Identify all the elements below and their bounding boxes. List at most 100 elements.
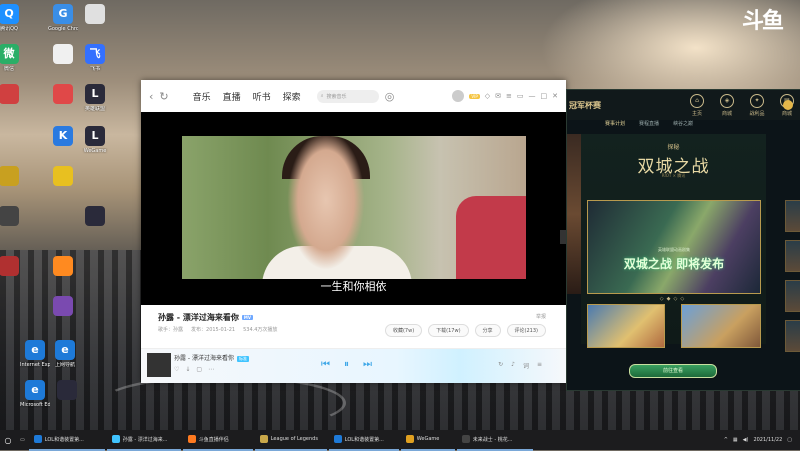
album-thumb[interactable] [147,353,171,377]
desktop-icon[interactable]: Q 腾讯QQ [0,4,24,32]
next-icon[interactable]: ⏭ [363,359,372,370]
taskbar-item[interactable]: LOL和谐装置第... [28,429,105,451]
back-icon[interactable]: ‹ [149,90,153,103]
desktop-icon[interactable]: e Internet Explorer [20,340,50,368]
banner-pager[interactable]: ◇◆◇◇ [581,296,766,302]
desktop-icon[interactable] [48,84,78,106]
game-subnav-1[interactable]: 赛程直播 [639,120,659,132]
desktop-icon[interactable] [0,84,24,106]
task-view-icon[interactable]: ▭ [16,437,29,443]
mv-badge[interactable]: MV [241,315,253,320]
desktop-icon[interactable]: e 上网导航 [50,340,80,368]
game-nav-loot[interactable]: ✦ 战利品 [749,94,765,117]
game-subnav-0[interactable]: 赛事计划 [605,120,625,132]
vip-badge: VIP [469,93,480,99]
desktop-icon[interactable]: 飞飞书 [80,44,110,72]
desktop-icon[interactable]: L 英雄联盟 [80,84,110,112]
prev-icon[interactable]: ⏮ [321,359,330,370]
pause-icon[interactable]: ⏸ [344,359,349,370]
tab-live[interactable]: 直播 [223,90,241,103]
clock[interactable]: 2021/11/22 [753,437,782,443]
download-icon[interactable]: ↓ [185,366,190,373]
app-icon [0,256,19,276]
desktop-icon[interactable]: G Google Chrome [48,4,78,32]
desktop-icon[interactable] [48,166,78,188]
coin-icon[interactable] [783,100,793,110]
desktop-icon[interactable] [0,206,24,228]
taskbar-item[interactable]: League of Legends [254,429,327,451]
report-link[interactable]: 举报 [536,313,546,320]
desktop-icon[interactable] [0,256,24,278]
desktop-icon-label: WeGame [83,148,107,154]
playlist-icon[interactable]: ≡ [537,361,542,370]
app-icon: G [53,4,73,24]
desktop-icon[interactable]: 微微信 [0,44,24,72]
app-icon [85,4,105,24]
taskbar-item[interactable]: 斗鱼直播伴侣 [182,429,253,451]
search-input[interactable]: ⌕ 搜索音乐 [316,89,379,103]
music-player-window[interactable]: ‹ ↻ 音乐 直播 听书 探索 ⌕ 搜索音乐 ◎ VIP ◇ ✉ ≡ ▭ — □… [141,80,566,383]
start-icon[interactable]: ○ [0,436,16,445]
loop-icon[interactable]: ↻ [498,361,503,370]
volume-tray-icon[interactable]: ◀) [743,437,749,443]
taskbar-item[interactable]: 未来战士 - 桃花... [456,429,533,451]
song-meta: 歌手：孙露 发布：2015-01-21 534.4万次播放 [158,326,277,333]
quality-tag[interactable]: 标准 [236,356,249,362]
game-nav-home[interactable]: ⌂ 主页 [689,94,705,117]
event-card-2[interactable] [681,304,761,348]
share-button[interactable]: 分享 [474,324,501,337]
notification-icon[interactable]: ▢ [787,437,792,443]
game-subnav-2[interactable]: 峡谷之巅 [673,120,693,132]
desktop-icon[interactable] [48,296,78,318]
game-client-window[interactable]: 冠军杯赛 ⌂主页 ◈商城 ✦战利品 ▤商城 赛事计划 赛程直播 峡谷之巅 探秘 … [566,89,800,391]
avatar[interactable] [452,90,465,102]
desktop-icon[interactable] [52,380,82,402]
desktop-icon[interactable] [48,256,78,278]
taskbar-item[interactable]: LOL和谐装置第... [328,429,399,451]
desktop-icon[interactable] [0,166,24,188]
side-thumb[interactable] [785,240,800,272]
minimize-icon[interactable]: — [529,92,536,100]
event-banner[interactable]: 英雄联盟动画剧集 双城之战 即将发布 [587,200,761,294]
tab-explore[interactable]: 探索 [283,90,301,103]
comment-button[interactable]: 评论(213) [506,324,546,337]
more-icon[interactable]: ⋯ [208,366,214,373]
refresh-icon[interactable]: ↻ [159,90,168,103]
tab-audiobook[interactable]: 听书 [253,90,271,103]
download-button[interactable]: 下载(17w) [428,324,469,337]
favorite-button[interactable]: 收藏(7w) [384,324,423,337]
event-go-button[interactable]: 前往查看 [629,364,717,378]
like-icon[interactable]: ♡ [174,366,179,373]
close-icon[interactable]: ✕ [552,92,558,100]
side-thumb[interactable] [785,200,800,232]
now-playing-text: 孙露 - 漂洋过海来看你 [174,355,234,362]
desktop-icon[interactable]: L WeGame [80,126,110,154]
desktop-icon[interactable]: K [48,126,78,148]
song-plays: 534.4万次播放 [243,327,278,333]
settings-icon[interactable]: ≡ [506,92,512,100]
mail-icon[interactable]: ✉ [495,92,501,100]
desktop-icon[interactable] [80,4,110,26]
event-card-1[interactable] [587,304,665,348]
app-icon: 微 [0,44,19,64]
skin-icon[interactable]: ◇ [485,92,490,100]
game-nav-store[interactable]: ◈ 商城 [719,94,735,117]
desktop-icon[interactable] [48,44,78,66]
tab-music[interactable]: 音乐 [193,90,211,103]
network-icon[interactable]: ▦ [733,437,738,443]
maximize-icon[interactable]: □ [541,92,548,100]
banner-caption: 英雄联盟动画剧集 [658,247,690,252]
mini-icon[interactable]: ▭ [517,92,524,100]
mic-icon[interactable]: ◎ [385,90,395,103]
desktop-icon[interactable]: e Microsoft Edge [20,380,50,408]
taskbar-item[interactable]: 孙露 - 漂洋过海来... [106,429,181,451]
side-thumb[interactable] [785,320,800,352]
comment-icon[interactable]: ▢ [196,366,202,373]
taskbar-item[interactable]: WeGame [400,429,455,451]
video-area[interactable]: 一生和你相依 [141,112,566,305]
tray-expand-icon[interactable]: ^ [724,437,728,443]
side-thumb[interactable] [785,280,800,312]
desktop-icon[interactable] [80,206,110,228]
volume-icon[interactable]: ♪ [511,361,515,370]
lyrics-icon[interactable]: 词 [523,361,529,370]
